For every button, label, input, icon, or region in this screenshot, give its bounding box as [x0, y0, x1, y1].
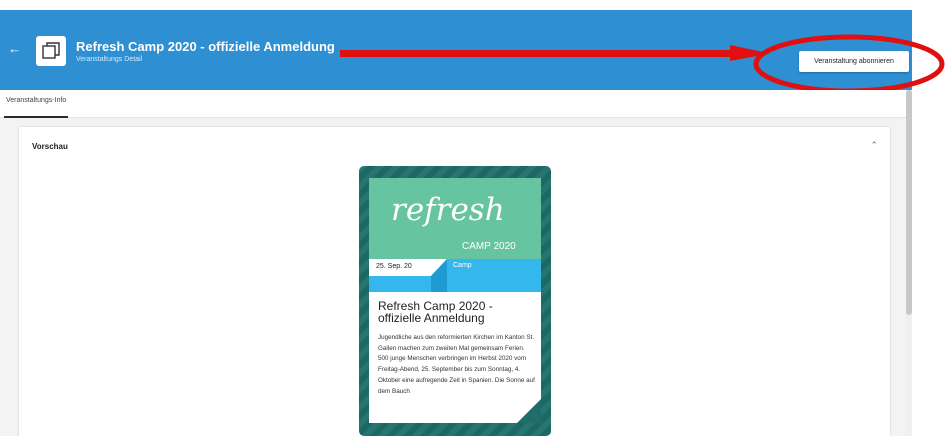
page-title: Refresh Camp 2020 - offizielle Anmeldung	[76, 39, 335, 54]
page-header: ← Refresh Camp 2020 - offizielle Anmeldu…	[0, 10, 945, 94]
chevron-up-icon[interactable]: ⌃	[870, 140, 878, 151]
scrollbar-thumb[interactable]	[906, 90, 912, 315]
card-corner-fold	[517, 399, 541, 423]
event-logo: refresh CAMP 2020	[369, 178, 541, 259]
app-window: ← Refresh Camp 2020 - offizielle Anmeldu…	[0, 0, 946, 436]
tab-event-info[interactable]: Veranstaltungs-Info	[4, 90, 69, 118]
page-subtitle: Veranstaltungs Detail	[76, 56, 143, 63]
event-type: Camp	[453, 262, 472, 269]
logo-subtitle: CAMP 2020	[462, 241, 516, 252]
main-content: Vorschau ⌃ refresh CAMP 2020 25. Sep. 20…	[0, 118, 906, 436]
event-date: 25. Sep. 20	[376, 263, 412, 270]
preview-event-description: Jugendliche aus den reformierten Kirchen…	[378, 334, 535, 395]
preview-panel: Vorschau ⌃ refresh CAMP 2020 25. Sep. 20…	[19, 127, 890, 436]
preview-card-body: refresh CAMP 2020 25. Sep. 20 Camp Refre…	[369, 178, 541, 423]
logo-text: refresh	[391, 192, 505, 228]
event-preview-card[interactable]: refresh CAMP 2020 25. Sep. 20 Camp Refre…	[359, 166, 551, 436]
vertical-scrollbar[interactable]	[906, 90, 912, 436]
arrow-left-icon[interactable]: ←	[8, 42, 22, 56]
preview-event-title: Refresh Camp 2020 - offizielle Anmeldung	[378, 299, 493, 325]
preview-section-title: Vorschau	[32, 142, 68, 151]
tab-bar: Veranstaltungs-Info	[0, 90, 912, 118]
annotation-ellipse	[753, 34, 945, 94]
date-type-band: 25. Sep. 20 Camp	[369, 259, 541, 292]
annotation-arrow	[340, 45, 770, 61]
event-calendar-icon	[36, 36, 66, 66]
